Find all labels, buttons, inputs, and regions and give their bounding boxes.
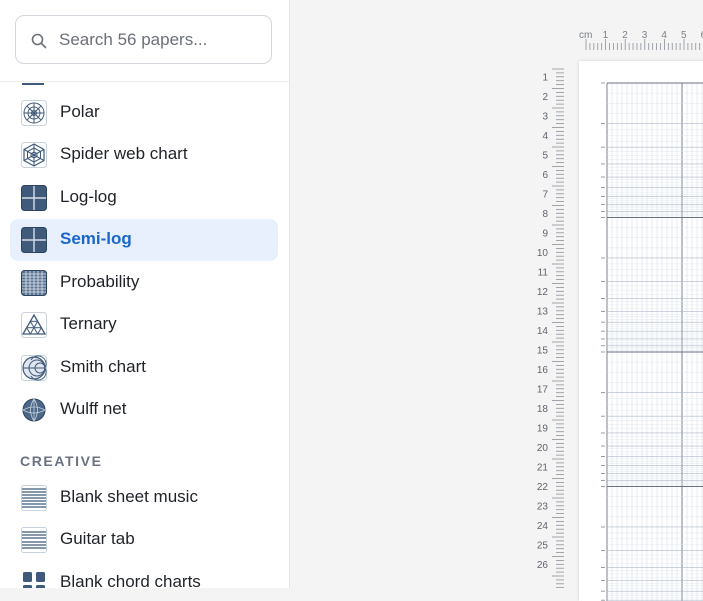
chord-chart-icon xyxy=(23,572,45,588)
ruler-number: 26 xyxy=(537,560,549,571)
sidebar-item-label: Wulff net xyxy=(60,399,127,418)
sidebar-item-label: Blank sheet music xyxy=(60,487,198,506)
ruler-number: 12 xyxy=(537,287,549,298)
sidebar-item-blank-sheet-music[interactable]: Blank sheet music xyxy=(10,477,278,519)
polar-grid-icon xyxy=(21,100,47,126)
smith-chart-icon xyxy=(21,355,47,381)
ruler-number: 7 xyxy=(542,190,548,201)
ruler-number: 21 xyxy=(537,463,549,474)
ruler-number: 1 xyxy=(603,30,609,41)
sidebar-item-smith-chart[interactable]: Smith chart xyxy=(10,347,278,389)
ruler-number: 2 xyxy=(542,92,548,103)
sidebar-item-ternary[interactable]: Ternary xyxy=(10,304,278,346)
left-ruler: 1234567891011121314151617181920212223242… xyxy=(537,68,564,588)
ruler-number: 3 xyxy=(542,112,548,123)
sidebar-item-label: Ternary xyxy=(60,314,117,333)
sidebar-item-guitar-tab[interactable]: Guitar tab xyxy=(10,519,278,561)
sidebar-item-wulff-net[interactable]: Wulff net xyxy=(10,389,278,431)
search-box[interactable] xyxy=(15,15,272,64)
ruler-number: 20 xyxy=(537,443,549,454)
sidebar-item-polar[interactable]: Polar xyxy=(10,92,278,134)
sidebar-item-label: Probability xyxy=(60,272,140,291)
sidebar-item-label: Polar xyxy=(60,102,100,121)
semi-log-grid-icon xyxy=(21,227,47,253)
ruler-number: 2 xyxy=(622,30,628,41)
ruler-number: 8 xyxy=(542,209,548,220)
ruler-number: 10 xyxy=(537,248,549,259)
ruler-number: 16 xyxy=(537,365,549,376)
ruler-number: 25 xyxy=(537,541,549,552)
sidebar-item-spider-web-chart[interactable]: Spider web chart xyxy=(10,134,278,176)
ternary-triangle-icon xyxy=(21,312,47,338)
ruler-number: 24 xyxy=(537,521,549,532)
ruler-number: 15 xyxy=(537,346,549,357)
staff-lines-icon xyxy=(21,485,47,511)
sidebar: Polar Spider web chart Log-log xyxy=(0,0,290,588)
wulff-net-icon xyxy=(22,398,46,422)
sidebar-item-label: Log-log xyxy=(60,187,117,206)
search-icon xyxy=(31,33,47,49)
search-input[interactable] xyxy=(59,16,259,63)
ruler-number: 18 xyxy=(537,404,549,415)
sidebar-item-semi-log[interactable]: Semi-log xyxy=(10,219,278,261)
sidebar-item-label: Semi-log xyxy=(60,229,132,248)
log-log-grid-icon xyxy=(21,185,47,211)
sidebar-item-log-log[interactable]: Log-log xyxy=(10,177,278,219)
ruler-number: 6 xyxy=(542,170,548,181)
sidebar-item-label: Guitar tab xyxy=(60,529,135,548)
ruler-number: 9 xyxy=(542,229,548,240)
section-header-creative: CREATIVE xyxy=(20,453,103,469)
ruler-number: 3 xyxy=(642,30,648,41)
ruler-number: 23 xyxy=(537,502,549,513)
ruler-number: 4 xyxy=(661,30,667,41)
ruler-number: 5 xyxy=(542,151,548,162)
ruler-number: 22 xyxy=(537,482,549,493)
probability-grid-icon xyxy=(21,270,47,296)
preview-area: cm 123456 123456789101112131415161718192… xyxy=(290,0,703,601)
ruler-number: 17 xyxy=(537,385,549,396)
paper-preview xyxy=(579,61,703,601)
guitar-tab-icon xyxy=(21,527,47,553)
spider-web-icon xyxy=(21,142,47,168)
ruler-number: 5 xyxy=(681,30,687,41)
ruler-number: 11 xyxy=(538,268,549,279)
ruler-number: 13 xyxy=(537,307,549,318)
sidebar-item-label: Blank chord charts xyxy=(60,572,201,588)
ruler-number: 19 xyxy=(537,424,549,435)
sidebar-item-probability[interactable]: Probability xyxy=(10,262,278,304)
top-ruler: cm 123456 xyxy=(579,30,703,50)
sidebar-item-label: Spider web chart xyxy=(60,144,188,163)
ruler-number: 4 xyxy=(542,131,548,142)
ruler-number: 14 xyxy=(537,326,549,337)
search-bar xyxy=(0,0,289,82)
sidebar-item-label: Smith chart xyxy=(60,357,146,376)
sidebar-item-blank-chord-charts[interactable]: Blank chord charts xyxy=(10,562,278,588)
ruler-number: 1 xyxy=(542,73,548,84)
